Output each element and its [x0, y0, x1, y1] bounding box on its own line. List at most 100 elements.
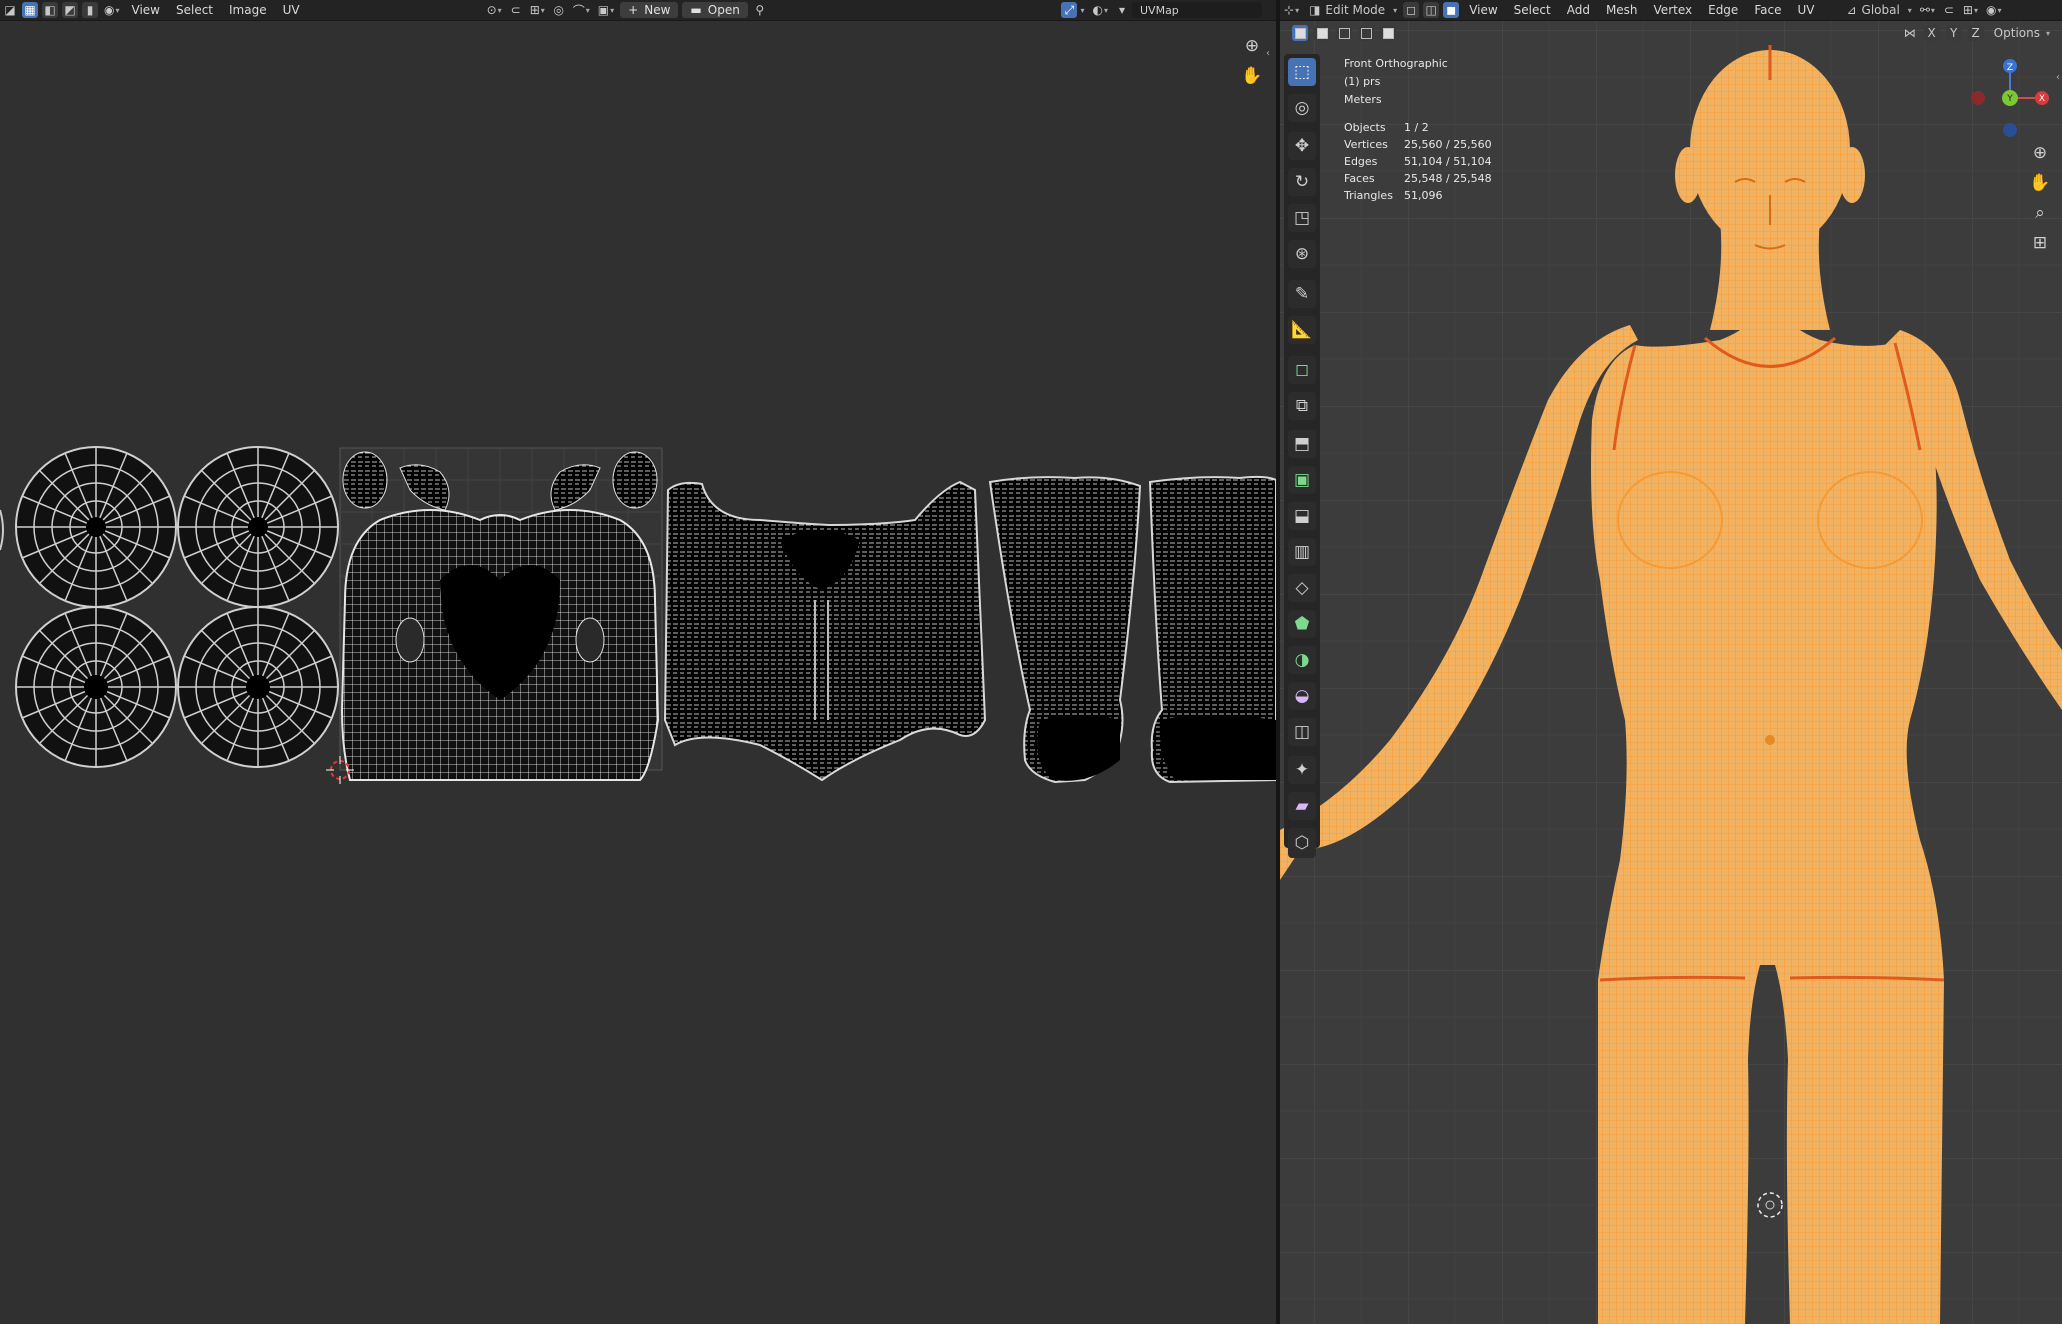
menu-uv[interactable]: UV — [275, 3, 308, 17]
knife-tool-icon[interactable]: ◇ — [1288, 574, 1316, 602]
menu-view[interactable]: View — [1461, 3, 1505, 17]
uv-island-circle-1 — [15, 446, 177, 608]
editor-type-icon[interactable]: ◪ — [2, 2, 18, 18]
snap-target-icon[interactable]: ⊞ ▾ — [528, 2, 547, 18]
edge-slide-tool-icon[interactable]: ◫ — [1288, 718, 1316, 746]
zoom-icon[interactable]: ⊕ — [1240, 34, 1264, 58]
open-image-button[interactable]: ▬ Open — [682, 2, 748, 18]
proportional-edit-icon[interactable]: ◉ ▾ — [1984, 2, 2004, 18]
pan-hand-icon[interactable]: ✋ — [2028, 171, 2052, 195]
uv-canvas[interactable] — [0, 20, 1276, 1324]
display-mode-icon[interactable]: ▾ — [1114, 2, 1130, 18]
mirror-icon[interactable]: ⋈ — [1902, 25, 1918, 41]
new-image-button[interactable]: + New — [620, 2, 679, 18]
snap-icon[interactable]: ⊂ — [508, 2, 524, 18]
snap-target-icon[interactable]: ⊞ ▾ — [1961, 2, 1980, 18]
shear-tool-icon[interactable]: ▰ — [1288, 792, 1316, 820]
options-dropdown[interactable]: Options ▾ — [1992, 25, 2052, 41]
move-tool-icon[interactable]: ✥ — [1288, 132, 1316, 160]
select-mode-island-icon[interactable]: ▮ — [82, 2, 98, 18]
scale-tool-icon[interactable]: ◳ — [1288, 204, 1316, 232]
select-invert-icon[interactable] — [1358, 25, 1374, 41]
extrude-tool-icon[interactable]: ⧉ — [1288, 392, 1316, 420]
editor-type-3d-icon[interactable]: ⊹ ▾ — [1282, 2, 1301, 18]
rotate-tool-icon[interactable]: ↻ — [1288, 168, 1316, 196]
3d-viewport-panel[interactable]: ⊹ ▾ ◨ Edit Mode ▾ ◻ ◫ ◼ View Select Add Me… — [1280, 0, 2062, 1324]
menu-image[interactable]: Image — [221, 3, 275, 17]
inset-tool-icon[interactable]: ▣ — [1288, 466, 1316, 494]
menu-uv[interactable]: UV — [1789, 3, 1822, 17]
perspective-grid-icon[interactable]: ⊞ — [2028, 231, 2052, 255]
overlay-icon[interactable]: ◐ ▾ — [1091, 2, 1111, 18]
edge-select-icon[interactable]: ◫ — [1423, 2, 1440, 18]
stat-label: Vertices — [1344, 138, 1388, 151]
shrink-fatten-tool-icon[interactable]: ✦ — [1288, 756, 1316, 784]
select-mode-vertex-icon[interactable]: ▦ — [22, 2, 38, 18]
uv-island-leg-1 — [988, 476, 1142, 784]
falloff-icon[interactable]: ⌒ ▾ — [571, 2, 592, 18]
pin-icon[interactable]: ⚲ — [752, 2, 768, 18]
select-box-tool-icon[interactable]: ⬚ — [1288, 58, 1316, 86]
measure-tool-icon[interactable]: 📐 — [1288, 316, 1316, 344]
snap-icon[interactable]: ⊂ — [1941, 2, 1957, 18]
rip-region-tool-icon[interactable]: ⬡ — [1288, 828, 1316, 858]
add-cube-tool-icon[interactable]: ◻ — [1288, 356, 1316, 384]
proportional-edit-icon[interactable]: ◎ — [551, 2, 567, 18]
object-name: (1) prs — [1344, 75, 1381, 88]
uvmap-field[interactable]: UVMap — [1132, 2, 1262, 18]
mirror-y-button[interactable]: Y — [1945, 25, 1962, 41]
transform-orientation[interactable]: ⊿ Global ▾ — [1844, 2, 1913, 18]
mesh-ear-left — [1675, 147, 1701, 203]
pivot-icon[interactable]: ⊙ ▾ — [485, 2, 504, 18]
mirror-x-button[interactable]: X — [1923, 25, 1940, 41]
select-extend-icon[interactable] — [1314, 25, 1330, 41]
pan-hand-icon[interactable]: ✋ — [1240, 64, 1264, 88]
loop-cut-tool-icon[interactable]: ▥ — [1288, 538, 1316, 566]
spin-tool-icon[interactable]: ◑ — [1288, 646, 1316, 674]
menu-face[interactable]: Face — [1746, 3, 1789, 17]
menu-select[interactable]: Select — [168, 3, 221, 17]
image-browse-icon[interactable]: ▣ ▾ — [596, 2, 616, 18]
uv-sync-selection-icon[interactable]: ⤢ — [1061, 2, 1078, 18]
gizmo-neg-x-axis — [1971, 91, 1985, 105]
gizmo-z-label: Z — [2007, 63, 2013, 73]
annotate-tool-icon[interactable]: ✎ — [1288, 280, 1316, 308]
select-box-modes — [1290, 25, 1398, 41]
sidebar-toggle-icon[interactable]: ‹ — [2056, 72, 2060, 83]
mesh-arm-left — [1280, 325, 1638, 880]
gizmo-neg-z-axis — [2003, 123, 2017, 137]
transform-tool-icon[interactable]: ⊛ — [1288, 240, 1316, 268]
select-intersect-icon[interactable] — [1380, 25, 1396, 41]
select-subtract-icon[interactable] — [1336, 25, 1352, 41]
cursor-tool-icon[interactable]: ◎ — [1288, 94, 1316, 122]
stats-row: Objects 1 / 2 — [1344, 121, 1492, 138]
menu-select[interactable]: Select — [1506, 3, 1559, 17]
uv-island-circle-2 — [177, 446, 339, 608]
menu-mesh[interactable]: Mesh — [1598, 3, 1646, 17]
mirror-z-button[interactable]: Z — [1967, 25, 1984, 41]
mesh-breast-left — [1617, 471, 1723, 569]
menu-edge[interactable]: Edge — [1700, 3, 1746, 17]
stat-value: 1 / 2 — [1404, 121, 1429, 134]
camera-view-icon[interactable]: ⌕ — [2028, 201, 2052, 225]
zoom-icon[interactable]: ⊕ — [2028, 141, 2052, 165]
vertex-select-icon[interactable]: ◻ — [1403, 2, 1420, 18]
select-mode-edge-icon[interactable]: ◧ — [42, 2, 58, 18]
mode-selector[interactable]: ◨ Edit Mode ▾ — [1307, 2, 1399, 18]
poly-build-tool-icon[interactable]: ⬟ — [1288, 610, 1316, 638]
select-new-icon[interactable] — [1292, 25, 1308, 41]
3d-cursor — [1757, 1192, 1783, 1218]
bevel-tool-icon[interactable]: ⬓ — [1288, 502, 1316, 530]
menu-vertex[interactable]: Vertex — [1646, 3, 1701, 17]
sticky-select-icon[interactable]: ◉ ▾ — [102, 2, 122, 18]
sidebar-toggle-icon[interactable]: ‹ — [1266, 48, 1270, 59]
menu-add[interactable]: Add — [1559, 3, 1598, 17]
pivot-point-icon[interactable]: ⚯ ▾ — [1918, 2, 1937, 18]
select-mode-face-icon[interactable]: ◩ — [62, 2, 78, 18]
extrude-region-tool-icon[interactable]: ⬒ — [1288, 430, 1316, 458]
uv-editor-panel[interactable]: ◪ ▦ ◧ ◩ ▮ ◉ ▾ View Select Image UV ⊙ ▾ ⊂ ⊞… — [0, 0, 1276, 1324]
face-select-icon[interactable]: ◼ — [1443, 2, 1460, 18]
menu-view[interactable]: View — [124, 3, 168, 17]
navigation-gizmo[interactable]: Z Y X — [1970, 58, 2050, 138]
smooth-tool-icon[interactable]: ◒ — [1288, 682, 1316, 710]
